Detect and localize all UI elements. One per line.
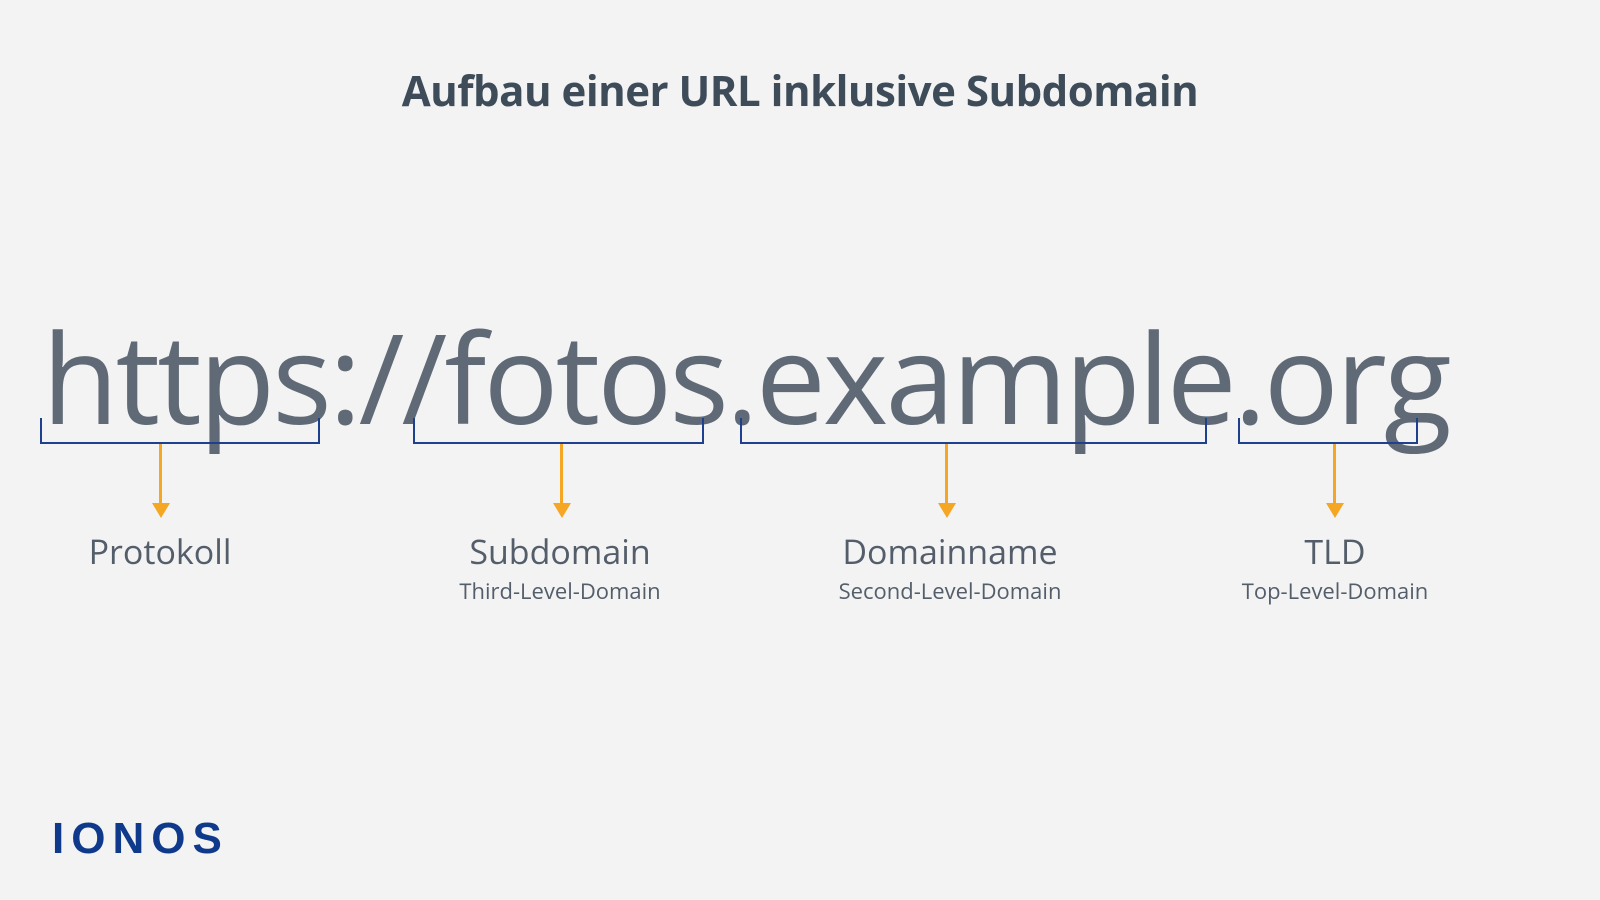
bracket-tld: [1238, 418, 1418, 444]
label-tld: TLD Top-Level-Domain: [1235, 528, 1435, 606]
arrowhead-protocol: [152, 503, 170, 518]
label-tld-main: TLD: [1235, 528, 1435, 574]
bracket-protocol: [40, 418, 320, 444]
arrow-protocol: [159, 444, 162, 504]
arrow-tld: [1333, 444, 1336, 504]
diagram-title: Aufbau einer URL inklusive Subdomain: [0, 62, 1600, 119]
label-tld-sub: Top-Level-Domain: [1235, 576, 1435, 606]
arrowhead-subdomain: [553, 503, 571, 518]
arrowhead-domainname: [938, 503, 956, 518]
label-domainname-main: Domainname: [760, 528, 1140, 574]
label-subdomain: Subdomain Third-Level-Domain: [400, 528, 720, 606]
brand-logo: IONOS: [52, 814, 229, 864]
bracket-subdomain: [413, 418, 704, 444]
label-domainname-sub: Second-Level-Domain: [760, 576, 1140, 606]
arrow-domainname: [945, 444, 948, 504]
arrow-subdomain: [560, 444, 563, 504]
bracket-domainname: [740, 418, 1207, 444]
label-protocol: Protokoll: [40, 528, 280, 576]
label-domainname: Domainname Second-Level-Domain: [760, 528, 1140, 606]
label-subdomain-sub: Third-Level-Domain: [400, 576, 720, 606]
arrowhead-tld: [1326, 503, 1344, 518]
label-subdomain-main: Subdomain: [400, 528, 720, 574]
label-protocol-main: Protokoll: [40, 528, 280, 574]
